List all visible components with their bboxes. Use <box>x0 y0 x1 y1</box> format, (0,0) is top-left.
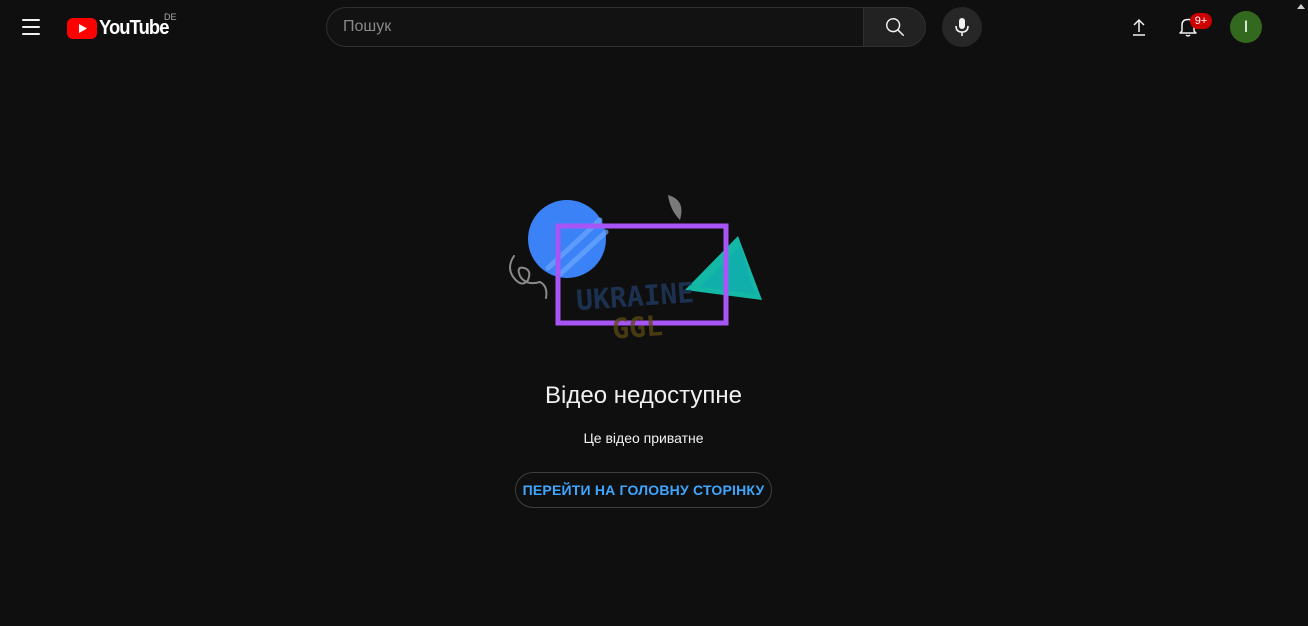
microphone-icon <box>955 18 969 36</box>
search-bar <box>326 7 926 47</box>
logo-region-code: DE <box>164 12 177 22</box>
notification-badge: 9+ <box>1190 13 1212 29</box>
voice-search-button[interactable] <box>942 7 982 47</box>
avatar[interactable]: I <box>1230 11 1262 43</box>
upload-icon <box>1133 18 1145 36</box>
watermark-line2: GGL <box>611 309 664 345</box>
search-button[interactable] <box>863 7 926 47</box>
top-bar: YouTube DE 9+ I <box>0 0 1308 56</box>
page-title: Відео недоступне <box>545 382 742 409</box>
upload-button[interactable] <box>1120 8 1158 46</box>
youtube-logo[interactable]: YouTube <box>67 16 175 40</box>
hamburger-menu-icon[interactable] <box>14 8 48 46</box>
search-input[interactable] <box>326 7 863 47</box>
grey-leaf-shape <box>668 195 682 220</box>
logo-text: YouTube <box>99 16 169 39</box>
unavailable-video-illustration: UKRAINE GGL <box>509 195 762 346</box>
go-home-button[interactable]: ПЕРЕЙТИ НА ГОЛОВНУ СТОРІНКУ <box>515 472 772 508</box>
search-icon <box>885 18 904 36</box>
youtube-play-icon <box>67 17 97 39</box>
page-subtitle: Це відео приватне <box>583 430 704 446</box>
scroll-up-arrow-icon[interactable] <box>1296 2 1306 12</box>
